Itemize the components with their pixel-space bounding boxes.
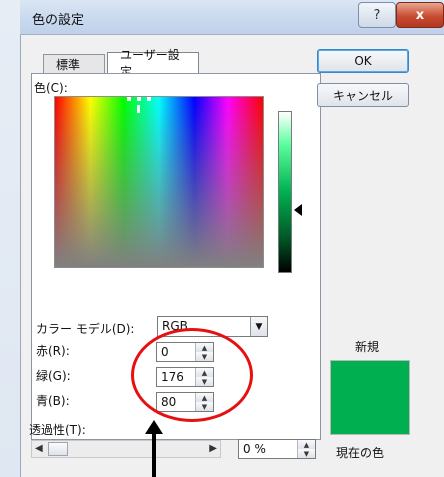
transparency-spinner[interactable]: ▲ ▼ <box>297 440 315 458</box>
help-icon: ? <box>373 7 381 23</box>
cancel-button[interactable]: キャンセル <box>317 83 409 107</box>
color-preview-swatch <box>330 360 410 435</box>
help-button[interactable]: ? <box>358 2 396 28</box>
crosshair-icon <box>137 97 141 101</box>
crosshair-icon <box>147 97 151 101</box>
luminance-slider[interactable] <box>278 111 292 273</box>
color-spectrum[interactable] <box>54 96 264 268</box>
crosshair-icon <box>137 105 140 113</box>
luminance-pointer-icon[interactable] <box>294 204 302 216</box>
title-bar: 色の設定 ? x <box>20 0 444 35</box>
transparency-input[interactable]: 0 % ▲ ▼ <box>238 439 316 459</box>
green-label: 緑(G): <box>36 369 71 383</box>
tab-custom[interactable]: ユーザー設定 <box>107 48 199 79</box>
transparency-value: 0 % <box>243 442 266 456</box>
arrow-shaft <box>152 433 156 477</box>
close-icon: x <box>415 7 425 23</box>
crosshair-icon <box>127 97 131 101</box>
highlight-circle <box>131 328 253 422</box>
spin-down-icon[interactable]: ▼ <box>298 449 315 458</box>
transparency-thumb[interactable] <box>48 442 68 456</box>
blue-label: 青(B): <box>36 394 70 408</box>
tab-standard[interactable]: 標準 <box>43 54 105 73</box>
current-color-label: 現在の色 <box>336 446 385 460</box>
scroll-right-icon[interactable]: ▶ <box>209 443 217 454</box>
new-color-label: 新規 <box>355 340 380 354</box>
spin-up-icon[interactable]: ▲ <box>298 440 315 449</box>
arrow-up-icon <box>145 420 163 434</box>
red-label: 赤(R): <box>36 344 70 358</box>
color-label: 色(C): <box>34 81 68 95</box>
dialog-client: 標準 ユーザー設定 色(C): カラー モデル(D): RGB ▼ 赤(R): … <box>21 35 444 477</box>
transparency-label: 透過性(T): <box>29 423 86 437</box>
transparency-slider[interactable]: ◀ ▶ <box>31 440 221 458</box>
window-frame-left <box>0 0 21 477</box>
cancel-button-label: キャンセル <box>332 88 393 103</box>
close-button[interactable]: x <box>396 2 444 28</box>
color-model-label: カラー モデル(D): <box>36 322 135 336</box>
ok-button[interactable]: OK <box>317 49 409 73</box>
tab-standard-label: 標準 <box>56 57 81 72</box>
custom-color-panel: 色(C): カラー モデル(D): RGB ▼ 赤(R): 0 ▲ ▼ 緑(G)… <box>31 73 321 440</box>
scroll-left-icon[interactable]: ◀ <box>35 443 43 454</box>
ok-button-label: OK <box>354 54 372 68</box>
chevron-down-icon[interactable]: ▼ <box>250 317 267 336</box>
window-title: 色の設定 <box>32 13 85 28</box>
